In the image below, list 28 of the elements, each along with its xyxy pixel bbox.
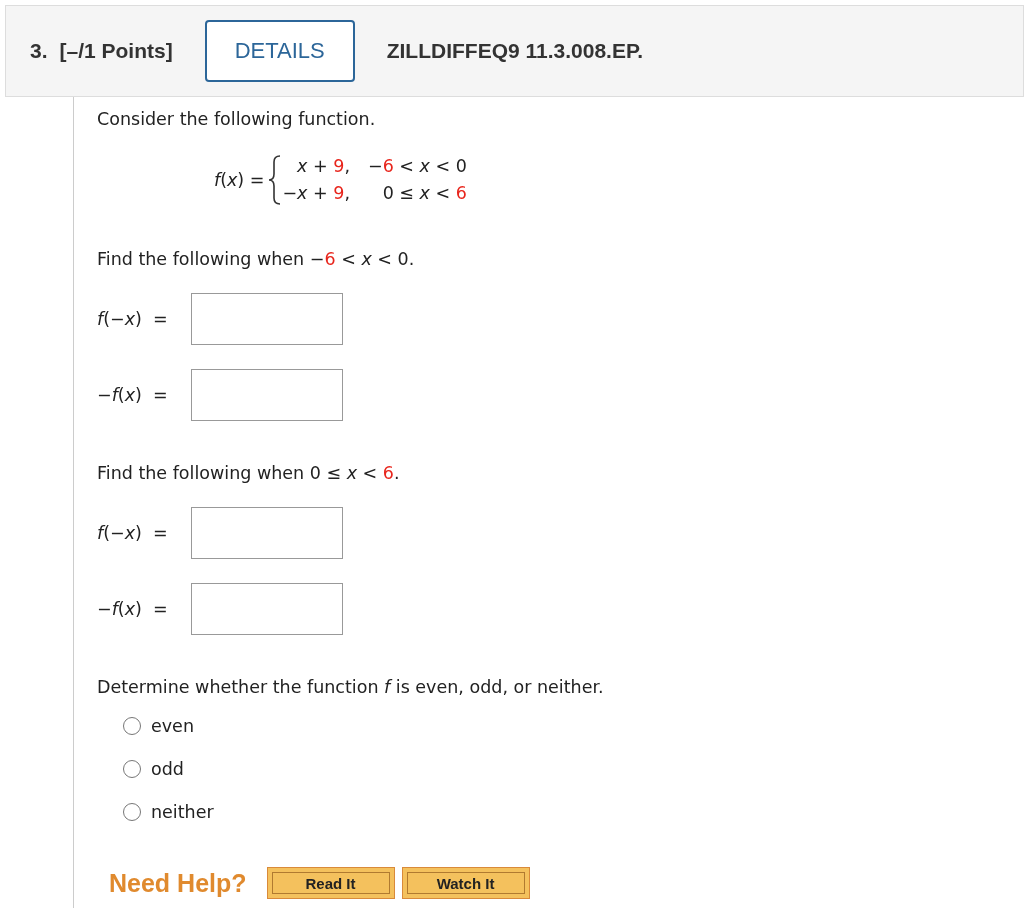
case-condition: −6 < x < 0 — [367, 155, 467, 178]
help-button[interactable]: Watch It — [401, 867, 530, 899]
answer-label: f(−x) = — [97, 309, 169, 329]
answer-label: f(−x) = — [97, 523, 169, 543]
answer-field[interactable] — [191, 293, 343, 345]
option-label[interactable]: even — [151, 715, 194, 737]
option-label[interactable]: odd — [151, 758, 184, 780]
function-label: f(x) = — [214, 170, 265, 190]
option-label[interactable]: neither — [151, 801, 214, 823]
answer-field[interactable] — [191, 369, 343, 421]
prompt-text: Find the following when 0 ≤ x < 6. — [97, 463, 401, 483]
answer-field[interactable] — [191, 583, 343, 635]
answer-field[interactable] — [191, 507, 343, 559]
case-expression: x + 9, — [296, 155, 350, 178]
help-button[interactable]: Read It — [266, 867, 395, 899]
intro-text: Consider the following function. — [97, 109, 377, 129]
curly-brace — [268, 155, 283, 205]
question-code: ZILLDIFFEQ9 11.3.008.EP. — [386, 39, 644, 63]
case-expression: −x + 9, — [282, 182, 350, 205]
need-help-label: Need Help? — [109, 868, 247, 898]
question-number: 3. — [30, 39, 48, 63]
details-button[interactable]: DETAILS — [204, 20, 355, 82]
question-text: Determine whether the function f is even, odd, or neither. — [97, 677, 605, 697]
answer-label: −f(x) = — [97, 599, 169, 619]
prompt-text: Find the following when −6 < x < 0. — [97, 249, 416, 269]
case-condition: 0 ≤ x < 6 — [381, 182, 467, 205]
answer-label: −f(x) = — [97, 385, 169, 405]
points-label: [–/1 Points] — [59, 39, 173, 63]
